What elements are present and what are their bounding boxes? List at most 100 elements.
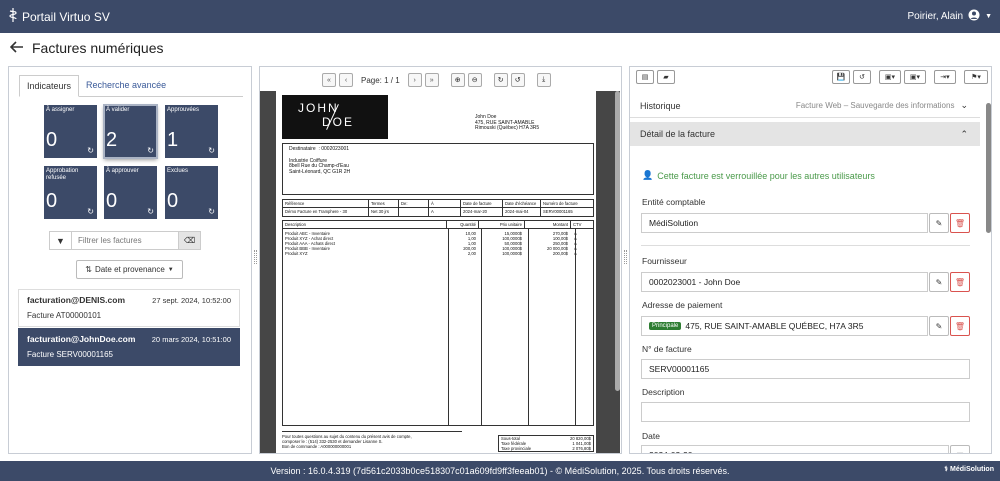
date-field[interactable]: 2024-03-20: [641, 445, 949, 453]
footer-logo: ⚕ MédiSolution: [944, 465, 994, 474]
footer: Version : 16.0.4.319 (7d561c2033b0ce5183…: [0, 461, 1000, 481]
history-section[interactable]: Historique Facture Web – Sauvegarde des …: [630, 94, 980, 118]
tile-approved[interactable]: Approuvées 1 ↻: [165, 105, 218, 158]
edit-entity-button[interactable]: ✎: [929, 213, 949, 233]
invoice-number-field[interactable]: SERV00001165: [641, 359, 970, 379]
tile-value: 2: [106, 129, 118, 151]
last-page-button[interactable]: »: [424, 73, 439, 87]
refresh-icon[interactable]: ↻: [87, 207, 94, 216]
detail-section-header[interactable]: Détail de la facture ⌃: [630, 122, 980, 146]
description-label: Description: [642, 387, 685, 397]
delete-entity-button[interactable]: 🗑: [950, 213, 970, 233]
undo-button[interactable]: ↺: [853, 70, 871, 84]
invoice-note: Pour toutes questions au sujet du conten…: [282, 431, 462, 449]
brand[interactable]: Portail Virtuo SV: [8, 8, 110, 25]
tab-advanced-search[interactable]: Recherche avancée: [79, 75, 173, 96]
sort-dropdown[interactable]: ⇅ Date et provenance ▼: [76, 260, 183, 279]
refresh-icon[interactable]: ↻: [208, 146, 215, 155]
item-date: 27 sept. 2024, 10:52:00: [152, 296, 231, 305]
supplier-field[interactable]: 0002023001 - John Doe: [641, 272, 928, 292]
back-arrow-icon[interactable]: [9, 40, 24, 56]
rotate-left-button[interactable]: ↺: [510, 73, 525, 87]
prev-page-button[interactable]: ‹: [339, 73, 353, 87]
clear-filter-icon[interactable]: ⌫: [178, 232, 200, 249]
page-indicator: Page: 1 / 1: [361, 75, 400, 85]
save-button[interactable]: 💾: [832, 70, 850, 84]
refresh-icon[interactable]: ↻: [147, 146, 154, 155]
splitter-right[interactable]: [624, 250, 627, 264]
edit-supplier-button[interactable]: ✎: [929, 272, 949, 292]
user-menu[interactable]: Poirier, Alain ▼: [907, 9, 992, 24]
ref-header: Termes: [369, 200, 399, 207]
address-field[interactable]: Principale 475, RUE SAINT-AMABLE QUÉBEC,…: [641, 316, 928, 336]
ref-header: Date de facture: [461, 200, 503, 207]
delete-address-button[interactable]: 🗑: [950, 316, 970, 336]
tile-value: 1: [167, 129, 179, 151]
line-header: CTV: [573, 222, 582, 227]
line-header: Quantité: [447, 221, 479, 228]
sender-address: John Doe 475, RUE SAINT-AMABLE Rimouski …: [475, 114, 539, 132]
tile-excluded[interactable]: Exclues 0 ↻: [165, 166, 218, 219]
user-lock-icon: 👤: [642, 170, 654, 180]
document-canvas[interactable]: JOHN DOE John Doe 475, RUE SAINT-AMABLE …: [260, 91, 620, 453]
total-label: Taxe provinciale: [501, 446, 532, 451]
filter-input[interactable]: Filtrer les factures: [72, 236, 178, 245]
transfer-menu-button[interactable]: ⇥▾: [934, 70, 956, 84]
lines-table: Description Quantité Prix unitaire Monta…: [282, 220, 594, 426]
user-name: Poirier, Alain: [907, 11, 964, 22]
tile-to-approve[interactable]: À approuver 0 ↻: [104, 166, 157, 219]
line-header: Montant: [525, 221, 571, 228]
flag-menu-button[interactable]: ⚑▾: [964, 70, 988, 84]
tile-to-assign[interactable]: À assigner 0 ↻: [44, 105, 97, 158]
list-item[interactable]: facturation@JohnDoe.com 20 mars 2024, 10…: [18, 328, 240, 366]
page-header: Factures numériques: [9, 40, 164, 56]
refresh-icon[interactable]: ↻: [208, 207, 215, 216]
tile-label: À valider: [106, 107, 130, 113]
caduceus-logo-icon: ⚕: [944, 466, 949, 473]
tile-value: 0: [46, 190, 58, 212]
recipient-number: 0002023001: [321, 146, 350, 152]
clipboard-menu-button[interactable]: ▣▾: [879, 70, 901, 84]
line-header: Description: [283, 221, 447, 228]
tile-to-validate[interactable]: À valider 2 ↻: [103, 104, 158, 159]
item-date: 20 mars 2024, 10:51:00: [151, 335, 231, 344]
detail-scrollbar[interactable]: [986, 103, 991, 233]
edit-address-button[interactable]: ✎: [929, 316, 949, 336]
refresh-icon[interactable]: ↻: [147, 207, 154, 216]
tile-approval-refused[interactable]: Approbation refusée 0 ↻: [44, 166, 97, 219]
description-field[interactable]: [641, 402, 970, 422]
filter-bar: ▼ Filtrer les factures ⌫: [49, 231, 201, 250]
ref-header: Date d'échéance: [503, 200, 541, 207]
list-item[interactable]: facturation@DENIS.com 27 sept. 2024, 10:…: [18, 289, 240, 327]
next-page-button[interactable]: ›: [407, 73, 422, 87]
tile-label: Approuvées: [167, 107, 200, 113]
entity-field[interactable]: MédiSolution: [641, 213, 928, 233]
logo-line-1: JOHN: [298, 101, 339, 115]
lock-text: Cette facture est verrouillée pour les a…: [657, 170, 875, 181]
folder-button[interactable]: ▰: [657, 70, 675, 84]
user-avatar-icon: [968, 9, 980, 24]
zoom-in-button[interactable]: ⊕: [450, 73, 465, 87]
refresh-icon[interactable]: ↻: [87, 146, 94, 155]
rotate-right-button[interactable]: ↻: [493, 73, 508, 87]
delete-supplier-button[interactable]: 🗑: [950, 272, 970, 292]
pdf-button[interactable]: ▤: [636, 70, 654, 84]
detail-toolbar: ▤ ▰ 💾 ↺ ▣▾ ▣▾ ⇥▾ ⚑▾: [634, 70, 988, 90]
primary-badge: Principale: [649, 322, 682, 330]
calendar-icon[interactable]: ▦: [950, 445, 970, 453]
reference-table: Référence Termes De: À Date de facture D…: [282, 199, 594, 217]
supplier-label: Fournisseur: [642, 256, 687, 266]
filter-icon[interactable]: ▼: [50, 232, 72, 249]
zoom-out-button[interactable]: ⊖: [467, 73, 482, 87]
viewer-scrollbar[interactable]: [615, 91, 620, 391]
splitter-left[interactable]: [254, 250, 257, 264]
ref-value: SERV00001165: [543, 209, 573, 214]
logo-line-2: DOE: [322, 115, 355, 129]
tab-indicators[interactable]: Indicateurs: [19, 75, 80, 97]
first-page-button[interactable]: «: [322, 73, 336, 87]
clipboard-check-menu-button[interactable]: ▣▾: [904, 70, 926, 84]
top-bar: Portail Virtuo SV Poirier, Alain ▼: [0, 0, 1000, 33]
ref-header: À: [429, 200, 461, 207]
detail-panel: ▤ ▰ 💾 ↺ ▣▾ ▣▾ ⇥▾ ⚑▾ Historique Facture W…: [629, 66, 992, 454]
download-button[interactable]: ⤓: [536, 73, 551, 87]
